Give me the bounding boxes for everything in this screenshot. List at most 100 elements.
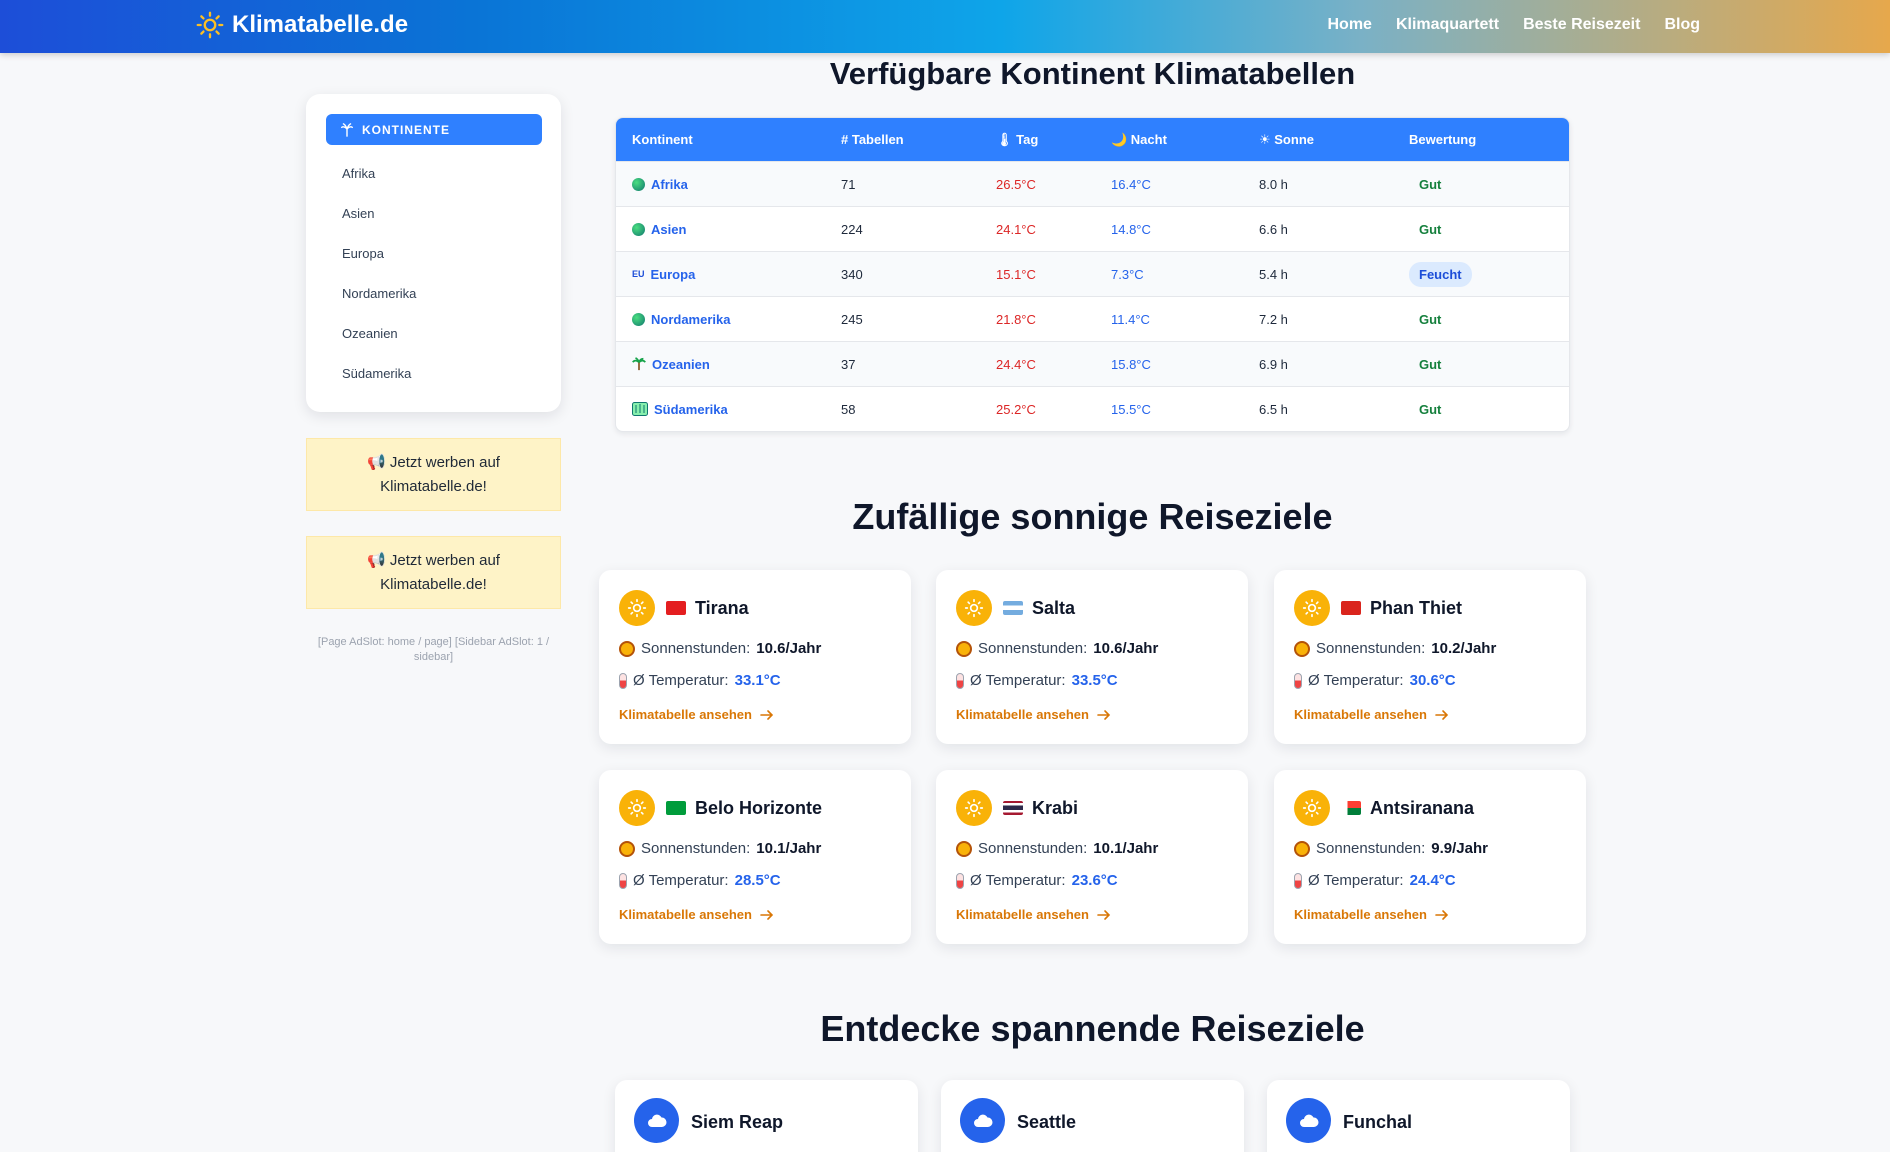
destination-card-siem-reap[interactable]: Siem Reap	[615, 1080, 918, 1152]
destination-card-seattle[interactable]: Seattle	[941, 1080, 1244, 1152]
eu-flag-icon: EU	[632, 269, 645, 279]
sun-icon	[619, 590, 655, 626]
sunshine-value: 9.9/Jahr	[1431, 840, 1488, 857]
cell-night: 7.3°C	[1111, 266, 1144, 282]
cell-tables: 58	[841, 401, 856, 417]
palm-icon	[341, 122, 353, 137]
cell-night: 16.4°C	[1111, 176, 1151, 192]
climate-table-link-label: Klimatabelle ansehen	[956, 707, 1089, 722]
sunshine-label: Sonnenstunden:	[1316, 840, 1426, 857]
destination-name: Tirana	[695, 598, 749, 618]
sunny-destination-card[interactable]: Antsiranana Sonnenstunden: 9.9/Jahr Ø Tempe…	[1274, 770, 1586, 944]
destination-name: Funchal	[1343, 1112, 1413, 1132]
sunny-destination-card[interactable]: Belo Horizonte Sonnenstunden: 10.1/Jahr Ø T…	[599, 770, 911, 944]
cell-day: 24.1°C	[996, 221, 1036, 237]
sunny-destination-card[interactable]: Tirana Sonnenstunden: 10.6/Jahr Ø Temperatu…	[599, 570, 911, 744]
sun-icon	[1294, 790, 1330, 826]
sidebar-item-europa[interactable]: Europa	[342, 246, 416, 286]
temperature-line: Ø Temperatur: 33.1°C	[619, 672, 781, 689]
temperature-label: Ø Temperatur:	[1308, 672, 1404, 689]
continent-link-asien[interactable]: Asien	[651, 222, 686, 237]
sun-small-icon	[1294, 640, 1310, 657]
climate-table-link-label: Klimatabelle ansehen	[956, 907, 1089, 922]
flag-thailand-icon	[1003, 801, 1023, 815]
sidebar-item-suedamerika[interactable]: Südamerika	[342, 366, 416, 406]
flag-madagascar-icon	[1341, 801, 1361, 815]
sunny-destination-card[interactable]: Phan Thiet Sonnenstunden: 10.2/Jahr Ø Tempe…	[1274, 570, 1586, 744]
sunshine-line: Sonnenstunden: 10.6/Jahr	[956, 640, 1158, 657]
destination-name: Krabi	[1032, 798, 1079, 818]
destination-name: Salta	[1032, 598, 1076, 618]
cloud-icon	[1286, 1098, 1331, 1143]
table-row: Südamerika 58 25.2°C 15.5°C 6.5 h Gut	[616, 386, 1569, 431]
ad-slot-2[interactable]: 📢 Jetzt werben auf Klimatabelle.de!	[306, 536, 561, 609]
ad-text: 📢 Jetzt werben auf Klimatabelle.de!	[367, 551, 500, 593]
table-row: Ozeanien 37 24.4°C 15.8°C 6.9 h Gut	[616, 341, 1569, 386]
main-nav: Home Klimaquartett Beste Reisezeit Blog	[1327, 16, 1700, 34]
destination-name: Belo Horizonte	[695, 798, 823, 818]
nav-home[interactable]: Home	[1327, 16, 1371, 34]
sun-small-icon	[956, 840, 972, 857]
table-row: Afrika 71 26.5°C 16.4°C 8.0 h Gut	[616, 161, 1569, 206]
continents-section-title: Verfügbare Kontinent Klimatabellen	[829, 56, 1356, 91]
sunny-destination-card[interactable]: Salta Sonnenstunden: 10.6/Jahr Ø Temperatur…	[936, 570, 1248, 744]
temperature-value: 23.6°C	[1071, 872, 1118, 889]
continent-link-suedamerika[interactable]: Südamerika	[654, 402, 728, 417]
sidebar-item-afrika[interactable]: Afrika	[342, 166, 416, 206]
continent-link-ozeanien[interactable]: Ozeanien	[652, 357, 710, 372]
nav-beste-reisezeit[interactable]: Beste Reisezeit	[1523, 16, 1640, 34]
climate-table-link[interactable]: Klimatabelle ansehen	[1294, 707, 1449, 722]
sunshine-value: 10.6/Jahr	[756, 640, 822, 657]
sunny-section-title: Zufällige sonnige Reiseziele	[852, 496, 1333, 537]
top-navigation-bar: Klimatabelle.de Home Klimaquartett Beste…	[0, 0, 1890, 53]
cloud-icon	[960, 1098, 1005, 1143]
flag-vietnam-icon	[1341, 601, 1361, 615]
cell-night: 14.8°C	[1111, 221, 1151, 237]
discover-section-title: Entdecke spannende Reiseziele	[820, 1008, 1365, 1049]
continents-sidebar: KONTINENTE Afrika Asien Europa Nordameri…	[306, 94, 561, 412]
climate-table-link[interactable]: Klimatabelle ansehen	[956, 707, 1111, 722]
brand-name: Klimatabelle.de	[232, 11, 409, 38]
sun-small-icon	[1294, 840, 1310, 857]
climate-table-link[interactable]: Klimatabelle ansehen	[619, 907, 774, 922]
destination-name: Siem Reap	[691, 1112, 784, 1132]
temperature-line: Ø Temperatur: 28.5°C	[619, 872, 781, 889]
brand-logo-link[interactable]: Klimatabelle.de	[196, 11, 408, 39]
destination-card-funchal[interactable]: Funchal	[1267, 1080, 1570, 1152]
sun-icon	[196, 11, 224, 39]
sun-icon	[956, 590, 992, 626]
cell-sun: 8.0 h	[1259, 176, 1288, 192]
col-tabellen: # Tabellen	[841, 132, 904, 147]
sidebar-item-asien[interactable]: Asien	[342, 206, 416, 246]
arrow-right-icon	[760, 709, 774, 720]
sun-icon	[956, 790, 992, 826]
nav-klimaquartett[interactable]: Klimaquartett	[1396, 16, 1499, 34]
cell-tables: 340	[841, 266, 863, 282]
temperature-value: 24.4°C	[1409, 872, 1456, 889]
destination-name: Antsiranana	[1370, 798, 1475, 818]
sidebar-item-ozeanien[interactable]: Ozeanien	[342, 326, 416, 366]
col-nacht: 🌙 Nacht	[1111, 131, 1167, 147]
continent-link-europa[interactable]: Europa	[651, 267, 696, 282]
climate-table-link-label: Klimatabelle ansehen	[619, 707, 752, 722]
sunny-destination-card[interactable]: Krabi Sonnenstunden: 10.1/Jahr Ø Temperatur…	[936, 770, 1248, 944]
climate-table-link[interactable]: Klimatabelle ansehen	[1294, 907, 1449, 922]
temperature-label: Ø Temperatur:	[970, 872, 1066, 889]
climate-table-link[interactable]: Klimatabelle ansehen	[619, 707, 774, 722]
arrow-right-icon	[1435, 709, 1449, 720]
continent-link-afrika[interactable]: Afrika	[651, 177, 688, 192]
col-tag: 🌡 Tag	[996, 131, 1039, 147]
table-row: Asien 224 24.1°C 14.8°C 6.6 h Gut	[616, 206, 1569, 251]
globe-icon	[632, 312, 645, 326]
arrow-right-icon	[1097, 909, 1111, 920]
sunshine-line: Sonnenstunden: 10.1/Jahr	[619, 840, 821, 857]
table-row: EU Europa 340 15.1°C 7.3°C 5.4 h Feucht	[616, 251, 1569, 296]
sidebar-item-nordamerika[interactable]: Nordamerika	[342, 286, 416, 326]
sunshine-line: Sonnenstunden: 10.1/Jahr	[956, 840, 1158, 857]
climate-table-link[interactable]: Klimatabelle ansehen	[956, 907, 1111, 922]
cell-tables: 245	[841, 311, 863, 327]
nav-blog[interactable]: Blog	[1664, 16, 1700, 34]
arrow-right-icon	[1097, 709, 1111, 720]
arrow-right-icon	[760, 909, 774, 920]
continent-link-nordamerika[interactable]: Nordamerika	[651, 312, 730, 327]
